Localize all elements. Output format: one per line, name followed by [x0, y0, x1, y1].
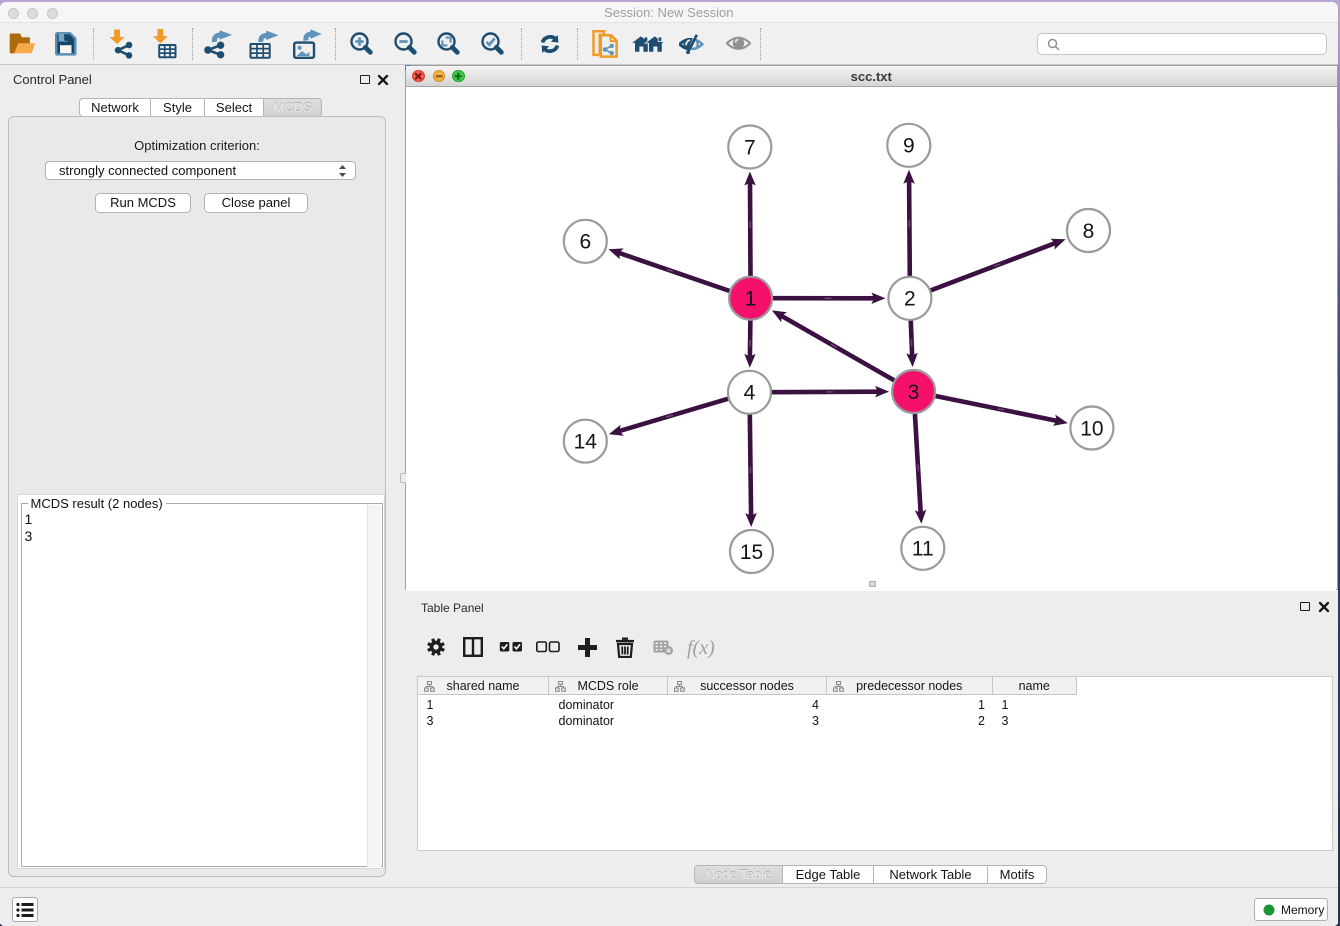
svg-text:9: 9 [903, 135, 915, 158]
svg-text:15: 15 [740, 541, 763, 564]
svg-text:10: 10 [1080, 417, 1103, 440]
svg-text:4: 4 [744, 382, 756, 405]
svg-text:11: 11 [912, 538, 934, 561]
svg-text:14: 14 [574, 431, 598, 454]
svg-text:1: 1 [745, 288, 757, 311]
svg-text:8: 8 [1083, 220, 1095, 243]
svg-text:2: 2 [904, 288, 916, 311]
svg-text:6: 6 [579, 231, 591, 254]
svg-text:3: 3 [908, 381, 920, 404]
svg-text:7: 7 [744, 136, 756, 159]
